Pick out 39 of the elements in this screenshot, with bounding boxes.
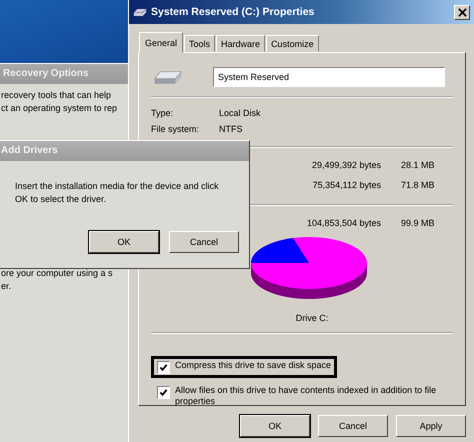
- checkbox[interactable]: [157, 361, 170, 374]
- size-value: 99.9 MB: [401, 217, 435, 230]
- field-value: NTFS: [219, 123, 242, 136]
- body-text: ore your computer using a s: [1, 267, 113, 280]
- byte-count: 75,354,112 bytes: [312, 179, 381, 192]
- checkbox-option[interactable]: Compress this drive to save disk space: [151, 356, 338, 378]
- name-field[interactable]: System Reserved: [213, 67, 445, 87]
- option-label: Compress this drive to save disk space: [175, 360, 332, 371]
- check-icon: [159, 363, 168, 372]
- window-title: System Reserved (C:) Properties: [151, 6, 316, 18]
- size-value: 28.1 MB: [401, 159, 435, 172]
- field-label: File system:: [151, 123, 200, 136]
- option-label: Allow files on this drive to have contents indexed in addition to file properties: [175, 385, 438, 407]
- size-value: 71.8 MB: [401, 179, 435, 192]
- drive-icon: [133, 8, 147, 16]
- body-text: ct an operating system to rep: [1, 102, 118, 115]
- body-text: er.: [1, 280, 12, 293]
- field-label: Type:: [151, 107, 174, 120]
- checkbox[interactable]: [157, 386, 170, 399]
- field-value: Local Disk: [219, 107, 261, 120]
- dialog-button[interactable]: Apply: [396, 415, 466, 437]
- check-icon: [159, 388, 168, 397]
- tab[interactable]: Hardware: [216, 35, 266, 52]
- tab[interactable]: Customize: [266, 35, 319, 52]
- checkbox-option[interactable]: Allow files on this drive to have contents indexed in addition to file properties: [151, 381, 453, 411]
- byte-count: 29,499,392 bytes: [310, 159, 381, 172]
- close-icon: [458, 8, 466, 16]
- byte-count: 104,853,504 bytes: [306, 217, 381, 230]
- dialog-button[interactable]: OK: [240, 415, 310, 437]
- tab[interactable]: General: [139, 32, 184, 53]
- dialog-button[interactable]: OK: [89, 231, 159, 253]
- tab[interactable]: Tools: [184, 35, 216, 52]
- close-button[interactable]: [454, 4, 470, 20]
- chart-caption: Drive C:: [294, 313, 330, 323]
- dialog-button[interactable]: Cancel: [318, 415, 388, 437]
- dialog-message: Insert the installation media for the device and click OK to select the driver.: [15, 180, 219, 206]
- window-title: Add Drivers: [0, 141, 249, 161]
- dialog-button[interactable]: Cancel: [169, 231, 239, 253]
- body-text: recovery tools that can help: [1, 89, 112, 102]
